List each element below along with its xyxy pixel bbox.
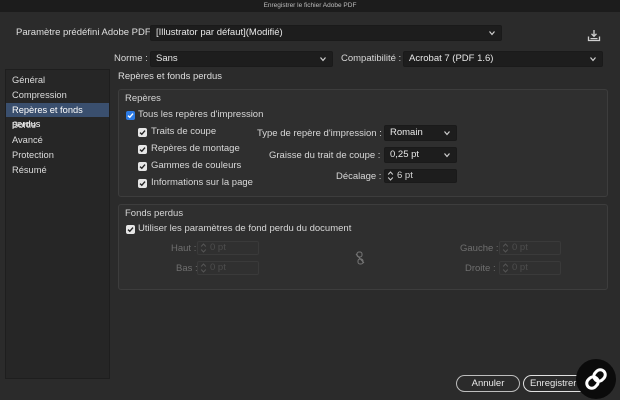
use-doc-bleed-label: Utiliser les paramètres de fond perdu du… bbox=[138, 223, 352, 234]
offset-field[interactable]: 6 pt bbox=[384, 169, 457, 183]
all-marks-checkbox[interactable] bbox=[126, 111, 135, 120]
save-preset-icon[interactable] bbox=[587, 29, 601, 42]
bleed-bottom-field[interactable]: 0 pt bbox=[197, 261, 259, 275]
stepper-icon bbox=[502, 262, 509, 274]
chevron-down-icon bbox=[318, 53, 328, 65]
compat-dropdown[interactable]: Acrobat 7 (PDF 1.6) bbox=[403, 51, 603, 67]
bleed-right-value: 0 pt bbox=[512, 262, 528, 273]
crop-marks-label: Traits de coupe bbox=[151, 126, 217, 137]
window-title: Enregistrer le fichier Adobe PDF bbox=[0, 0, 620, 12]
link-chain-icon[interactable] bbox=[355, 251, 365, 268]
stepper-icon[interactable] bbox=[387, 170, 394, 182]
compat-label: Compatibilité : bbox=[341, 53, 402, 64]
preset-dropdown[interactable]: [Illustrator par défaut](Modifié) bbox=[150, 25, 502, 41]
bleed-section-title: Fonds perdus bbox=[125, 208, 184, 219]
sidebar-item-general[interactable]: Général bbox=[6, 73, 109, 87]
crop-marks-checkbox[interactable] bbox=[138, 128, 147, 137]
chevron-down-icon bbox=[442, 127, 452, 139]
stepper-icon bbox=[502, 242, 509, 254]
stepper-icon bbox=[200, 242, 207, 254]
use-doc-bleed-checkbox[interactable] bbox=[126, 225, 135, 234]
chevron-down-icon bbox=[442, 149, 452, 161]
marks-section: Repères Tous les repères d'impression Tr… bbox=[118, 89, 608, 197]
preset-value: [Illustrator par défaut](Modifié) bbox=[156, 27, 283, 38]
bleed-left-value: 0 pt bbox=[512, 242, 528, 253]
trim-weight-value: 0,25 pt bbox=[390, 149, 420, 160]
bleed-bottom-label: Bas : bbox=[176, 263, 198, 274]
sidebar-item-output[interactable]: Sortie bbox=[6, 118, 109, 132]
offset-value: 6 pt bbox=[397, 170, 413, 181]
chevron-down-icon bbox=[588, 53, 598, 65]
offset-label: Décalage : bbox=[336, 171, 382, 182]
chain-logo-icon bbox=[576, 359, 616, 399]
bleed-bottom-value: 0 pt bbox=[210, 262, 226, 273]
bleed-left-label: Gauche : bbox=[460, 243, 499, 254]
bleed-top-label: Haut : bbox=[171, 243, 197, 254]
mark-type-dropdown[interactable]: Romain bbox=[384, 125, 457, 141]
sidebar-item-summary[interactable]: Résumé bbox=[6, 163, 109, 177]
all-marks-label: Tous les repères d'impression bbox=[138, 109, 264, 120]
stepper-icon bbox=[200, 262, 207, 274]
norme-value: Sans bbox=[156, 53, 178, 64]
panel-title: Repères et fonds perdus bbox=[118, 71, 223, 82]
bleed-top-value: 0 pt bbox=[210, 242, 226, 253]
page-info-checkbox[interactable] bbox=[138, 179, 147, 188]
category-sidebar: Général Compression Repères et fonds per… bbox=[5, 69, 110, 379]
cancel-button[interactable]: Annuler bbox=[456, 375, 520, 392]
sidebar-item-marks-bleeds[interactable]: Repères et fonds perdus bbox=[6, 103, 109, 129]
registration-marks-label: Repères de montage bbox=[151, 143, 240, 154]
page-info-label: Informations sur la page bbox=[151, 177, 253, 188]
norme-dropdown[interactable]: Sans bbox=[150, 51, 333, 67]
bleed-right-label: Droite : bbox=[465, 263, 496, 274]
bleed-top-field[interactable]: 0 pt bbox=[197, 241, 259, 255]
sidebar-item-compression[interactable]: Compression bbox=[6, 88, 109, 102]
bleed-left-field[interactable]: 0 pt bbox=[499, 241, 561, 255]
color-bars-label: Gammes de couleurs bbox=[151, 160, 242, 171]
marks-bleeds-panel: Repères et fonds perdus Repères Tous les… bbox=[113, 69, 615, 379]
mark-type-value: Romain bbox=[390, 127, 423, 138]
trim-weight-label: Graisse du trait de coupe : bbox=[269, 150, 381, 161]
compat-value: Acrobat 7 (PDF 1.6) bbox=[409, 53, 494, 64]
sidebar-item-advanced[interactable]: Avancé bbox=[6, 133, 109, 147]
preset-label: Paramètre prédéfini Adobe PDF : bbox=[16, 27, 156, 38]
color-bars-checkbox[interactable] bbox=[138, 162, 147, 171]
bleed-section: Fonds perdus Utiliser les paramètres de … bbox=[118, 204, 608, 290]
marks-section-title: Repères bbox=[125, 93, 161, 104]
registration-marks-checkbox[interactable] bbox=[138, 145, 147, 154]
norme-label: Norme : bbox=[114, 53, 148, 64]
save-pdf-dialog: Paramètre prédéfini Adobe PDF : [Illustr… bbox=[0, 12, 620, 400]
trim-weight-dropdown[interactable]: 0,25 pt bbox=[384, 147, 457, 163]
mark-type-label: Type de repère d'impression : bbox=[257, 128, 382, 139]
chevron-down-icon bbox=[487, 27, 497, 39]
bleed-right-field[interactable]: 0 pt bbox=[499, 261, 561, 275]
sidebar-item-security[interactable]: Protection bbox=[6, 148, 109, 162]
